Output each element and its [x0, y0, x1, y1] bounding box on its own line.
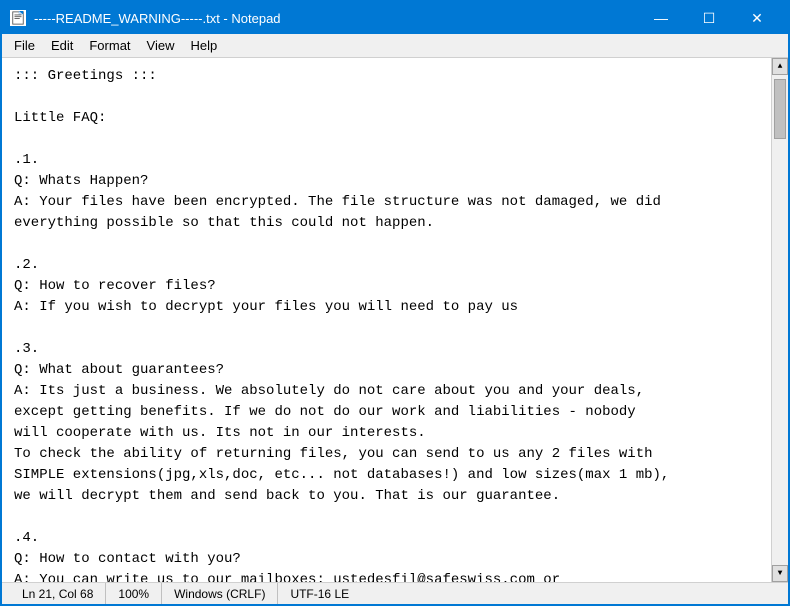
scroll-up-button[interactable]: ▲: [772, 58, 788, 75]
content-area: ::: Greetings ::: Little FAQ: .1. Q: Wha…: [2, 58, 788, 582]
title-bar-left: -----README_WARNING-----.txt - Notepad: [10, 10, 281, 26]
title-bar: -----README_WARNING-----.txt - Notepad —…: [2, 2, 788, 34]
menu-file[interactable]: File: [6, 36, 43, 55]
menu-edit[interactable]: Edit: [43, 36, 81, 55]
text-editor[interactable]: ::: Greetings ::: Little FAQ: .1. Q: Wha…: [2, 58, 771, 582]
encoding: UTF-16 LE: [278, 583, 361, 604]
scroll-track[interactable]: [772, 75, 788, 565]
menu-format[interactable]: Format: [81, 36, 138, 55]
line-ending: Windows (CRLF): [162, 583, 278, 604]
scroll-thumb[interactable]: [774, 79, 786, 139]
status-bar: Ln 21, Col 68 100% Windows (CRLF) UTF-16…: [2, 582, 788, 604]
notepad-window: -----README_WARNING-----.txt - Notepad —…: [0, 0, 790, 606]
maximize-button[interactable]: ☐: [686, 2, 732, 34]
menu-help[interactable]: Help: [182, 36, 225, 55]
window-title: -----README_WARNING-----.txt - Notepad: [34, 11, 281, 26]
notepad-icon: [10, 10, 26, 26]
cursor-position: Ln 21, Col 68: [10, 583, 106, 604]
close-button[interactable]: ✕: [734, 2, 780, 34]
zoom-level: 100%: [106, 583, 162, 604]
menu-view[interactable]: View: [139, 36, 183, 55]
scroll-down-button[interactable]: ▼: [772, 565, 788, 582]
minimize-button[interactable]: —: [638, 2, 684, 34]
vertical-scrollbar: ▲ ▼: [771, 58, 788, 582]
menu-bar: File Edit Format View Help: [2, 34, 788, 58]
title-controls: — ☐ ✕: [638, 2, 780, 34]
